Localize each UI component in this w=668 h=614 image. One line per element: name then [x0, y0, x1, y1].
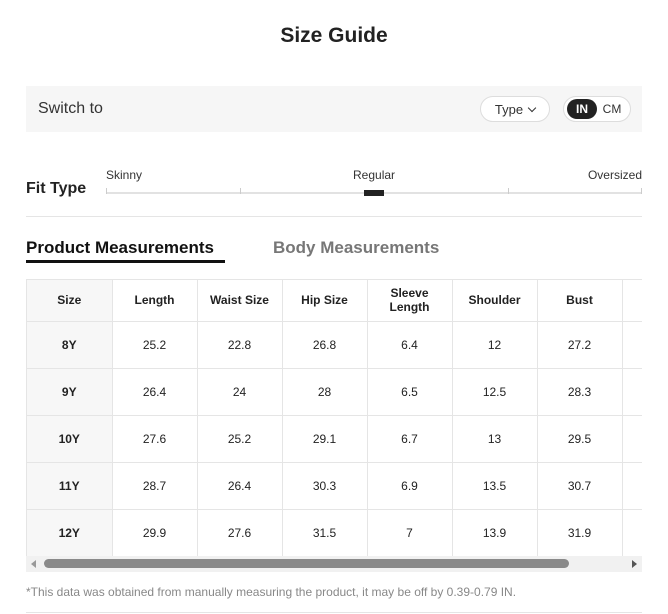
fit-selected-marker	[364, 190, 384, 196]
table-cell: 26.4	[112, 368, 198, 416]
unit-cm-button[interactable]: CM	[597, 99, 627, 119]
table-cell: 6.7	[367, 415, 453, 463]
scroll-left-arrow-icon[interactable]	[31, 560, 36, 568]
type-dropdown[interactable]: Type	[480, 96, 550, 122]
size-cell: 8Y	[27, 321, 113, 369]
scroll-right-arrow-icon[interactable]	[632, 560, 637, 568]
table-cell: 31.9	[537, 509, 623, 556]
column-header: Waist Size	[197, 280, 283, 322]
table-cell: 13.9	[452, 509, 538, 556]
horizontal-scrollbar[interactable]	[26, 556, 642, 572]
switch-to-label: Switch to	[38, 100, 103, 117]
bottom-divider	[26, 612, 642, 613]
column-header	[622, 280, 642, 322]
table-cell: 27.6	[112, 415, 198, 463]
table-cell: 6.4	[367, 321, 453, 369]
table-cell: 29.5	[537, 415, 623, 463]
size-cell: 10Y	[27, 415, 113, 463]
section-divider	[26, 216, 642, 217]
tab-body-measurements[interactable]: Body Measurements	[273, 238, 439, 258]
unit-toggle: IN CM	[563, 96, 631, 122]
table-cell: 26.4	[197, 462, 283, 510]
fit-type-label: Fit Type	[26, 180, 87, 197]
scrollbar-thumb[interactable]	[44, 559, 569, 568]
fit-scale-tick	[106, 188, 107, 194]
table-cell: 30.7	[537, 462, 623, 510]
table-cell: 27.2	[537, 321, 623, 369]
table-cell: 7	[367, 509, 453, 556]
active-tab-underline	[26, 260, 225, 263]
table-cell: 27.6	[197, 509, 283, 556]
tab-product-measurements[interactable]: Product Measurements	[26, 238, 214, 258]
table-cell: 24	[197, 368, 283, 416]
table-cell: 12.5	[452, 368, 538, 416]
measurements-table-container: Size Length Waist Size Hip Size Sleeve L…	[26, 279, 642, 556]
fit-option-skinny: Skinny	[106, 168, 143, 182]
table-cell: 13	[452, 415, 538, 463]
table-row: 9Y 26.4 24 28 6.5 12.5 28.3	[27, 368, 642, 416]
size-cell: 12Y	[27, 509, 113, 556]
table-cell: 6.5	[367, 368, 453, 416]
page-title: Size Guide	[280, 24, 388, 47]
table-row: 12Y 29.9 27.6 31.5 7 13.9 31.9	[27, 509, 642, 556]
fit-type-scale: Skinny Regular Oversized	[106, 166, 642, 198]
size-cell: 9Y	[27, 368, 113, 416]
table-row: 11Y 28.7 26.4 30.3 6.9 13.5 30.7	[27, 462, 642, 510]
table-cell	[622, 462, 642, 510]
table-cell: 28.3	[537, 368, 623, 416]
fit-scale-tick	[508, 188, 509, 194]
table-cell	[622, 368, 642, 416]
table-cell: 6.9	[367, 462, 453, 510]
fit-scale-tick	[240, 188, 241, 194]
column-header: Size	[27, 280, 113, 322]
table-cell: 29.1	[282, 415, 368, 463]
table-cell	[622, 509, 642, 556]
measurements-table: Size Length Waist Size Hip Size Sleeve L…	[27, 280, 642, 556]
table-cell: 28	[282, 368, 368, 416]
table-cell	[622, 321, 642, 369]
fit-option-regular: Regular	[353, 168, 396, 182]
table-cell	[622, 415, 642, 463]
fit-scale-tick	[641, 188, 642, 194]
table-cell: 25.2	[197, 415, 283, 463]
table-cell: 28.7	[112, 462, 198, 510]
chevron-down-icon	[527, 103, 537, 112]
table-cell: 30.3	[282, 462, 368, 510]
table-cell: 26.8	[282, 321, 368, 369]
table-cell: 22.8	[197, 321, 283, 369]
measurement-disclaimer: *This data was obtained from manually me…	[26, 585, 517, 599]
table-header-row: Size Length Waist Size Hip Size Sleeve L…	[27, 280, 642, 322]
fit-option-oversized: Oversized	[587, 168, 642, 182]
type-dropdown-label: Type	[494, 101, 524, 117]
table-cell: 31.5	[282, 509, 368, 556]
table-cell: 12	[452, 321, 538, 369]
column-header: Hip Size	[282, 280, 368, 322]
table-row: 8Y 25.2 22.8 26.8 6.4 12 27.2	[27, 321, 642, 369]
unit-in-button[interactable]: IN	[567, 99, 597, 119]
size-cell: 11Y	[27, 462, 113, 510]
column-header: Shoulder	[452, 280, 538, 322]
table-cell: 13.5	[452, 462, 538, 510]
column-header: Length	[112, 280, 198, 322]
column-header: Bust	[537, 280, 623, 322]
table-cell: 25.2	[112, 321, 198, 369]
column-header: Sleeve Length	[367, 280, 453, 322]
unit-switch-bar: Switch to Type IN CM	[26, 86, 642, 132]
table-row: 10Y 27.6 25.2 29.1 6.7 13 29.5	[27, 415, 642, 463]
table-cell: 29.9	[112, 509, 198, 556]
